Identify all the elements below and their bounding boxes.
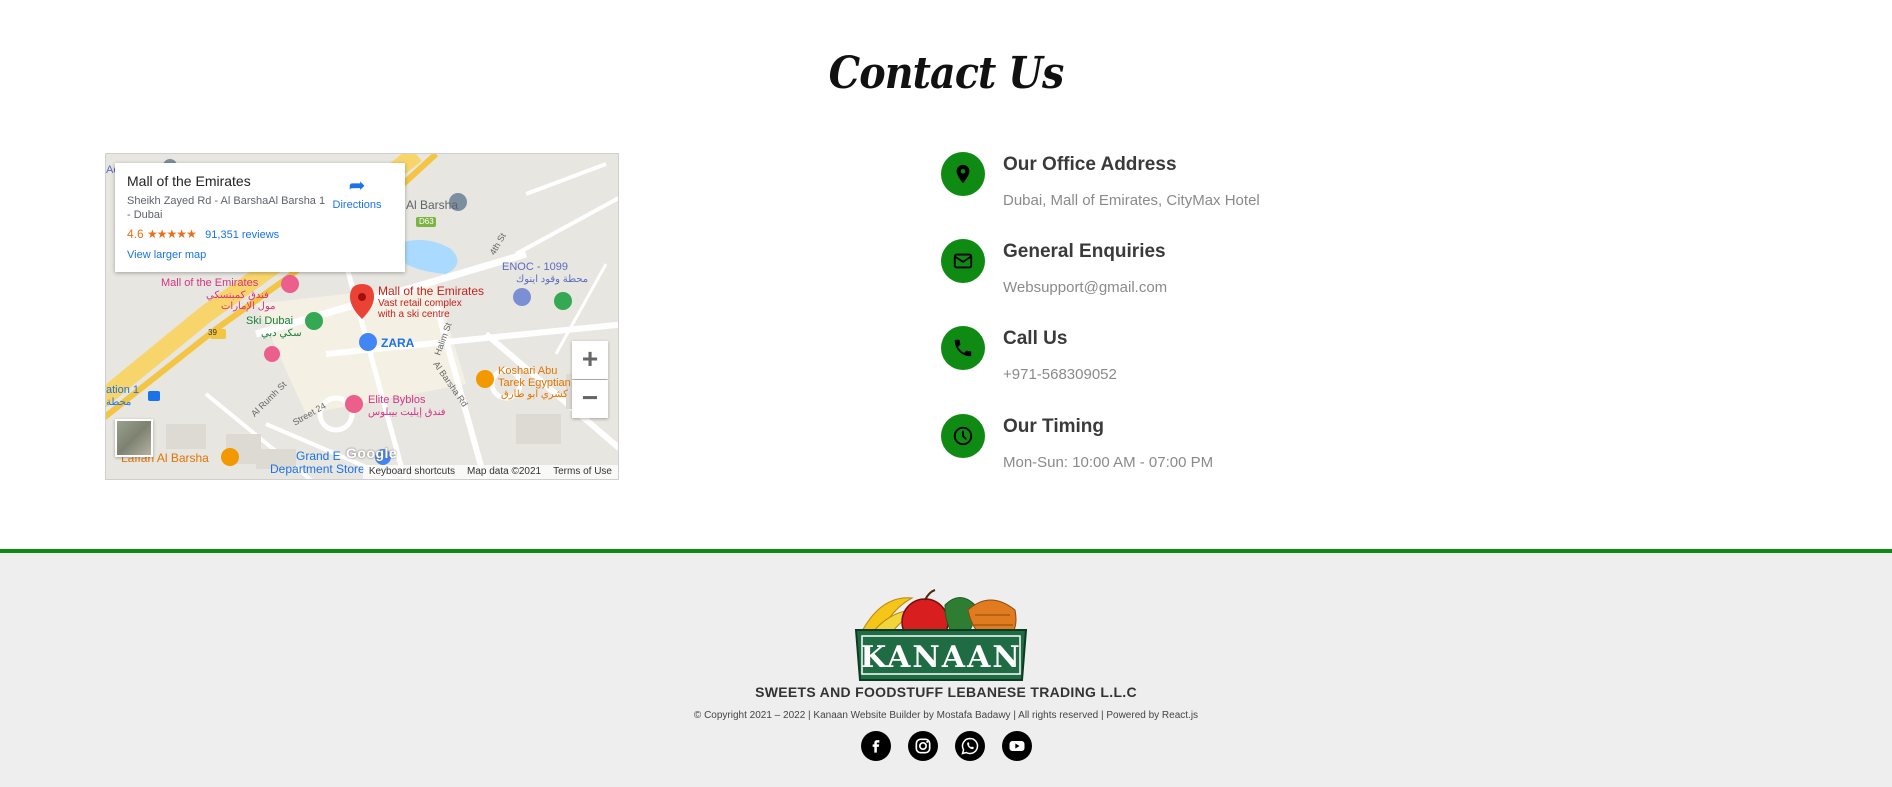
map-label-mall: Mall of the Emirates bbox=[378, 284, 485, 298]
map-label-ski-dubai: Ski Dubai bbox=[246, 315, 294, 327]
zoom-in-button[interactable]: + bbox=[572, 341, 608, 379]
directions-icon: ➦ bbox=[348, 175, 366, 197]
map-label-grand: Department Store bbox=[270, 462, 365, 476]
map-label-road-39: 39 bbox=[208, 328, 217, 337]
map-label-koshari: Tarek Egyptian bbox=[498, 377, 571, 389]
map-label-ski-dubai-ar: سكي دبي bbox=[261, 328, 302, 339]
map-label-road-d63: D63 bbox=[419, 217, 434, 226]
map-label-elite-byblos: Elite Byblos bbox=[368, 394, 426, 406]
map-label-al-barsha: Al Barsha bbox=[406, 198, 459, 212]
keyboard-shortcuts-link[interactable]: Keyboard shortcuts bbox=[369, 466, 455, 478]
contact-section: Contact Us Mall of the Emirates Vast ret… bbox=[0, 0, 1892, 549]
rating-stars-icon: ★★★★★ bbox=[147, 227, 197, 241]
terms-of-use-link[interactable]: Terms of Use bbox=[553, 466, 612, 478]
directions-button[interactable]: ➦ Directions bbox=[327, 175, 387, 211]
contact-item-email: General Enquiries Websupport@gmail.com bbox=[941, 239, 1541, 311]
directions-label: Directions bbox=[332, 199, 382, 211]
page: Contact Us Mall of the Emirates Vast ret… bbox=[0, 0, 1892, 787]
copyright-text: © Copyright 2021 – 2022 | Kanaan Website… bbox=[693, 710, 1199, 721]
whatsapp-icon[interactable] bbox=[954, 731, 985, 761]
contact-item-value: Mon-Sun: 10:00 AM - 07:00 PM bbox=[1003, 454, 1214, 471]
phone-icon bbox=[941, 326, 985, 370]
map-label-enoc-ar: محطة وقود اينوك bbox=[516, 274, 589, 285]
map-info-card: Mall of the Emirates Sheikh Zayed Rd - A… bbox=[115, 163, 405, 272]
map-label-enoc: ENOC - 1099 bbox=[502, 261, 569, 273]
contact-item-timing: Our Timing Mon-Sun: 10:00 AM - 07:00 PM bbox=[941, 414, 1541, 486]
contact-item-address: Our Office Address Dubai, Mall of Emirat… bbox=[941, 152, 1541, 224]
facebook-icon[interactable] bbox=[860, 731, 891, 761]
contact-item-title: Call Us bbox=[1003, 328, 1068, 349]
envelope-icon bbox=[941, 239, 985, 283]
google-map[interactable]: Mall of the Emirates Vast retail complex… bbox=[105, 153, 619, 480]
map-label-elite-byblos-ar: فندق إيليت بيبلوس bbox=[368, 407, 446, 418]
map-data-text: Map data ©2021 bbox=[467, 466, 542, 477]
contact-item-title: General Enquiries bbox=[1003, 241, 1166, 262]
instagram-icon[interactable] bbox=[907, 731, 938, 761]
satellite-toggle-button[interactable] bbox=[115, 419, 153, 457]
zoom-out-button[interactable]: − bbox=[572, 380, 608, 418]
map-label-mall-hotel-ar: مول الإمارات bbox=[221, 301, 276, 312]
map-label-koshari: Koshari Abu bbox=[498, 365, 558, 377]
map-label-grand: Grand E bbox=[296, 449, 341, 463]
logo-text: KANAAN bbox=[860, 640, 1022, 675]
site-footer: KANAAN SWEETS AND FOODSTUFF LEBANESE TRA… bbox=[0, 549, 1892, 787]
google-logo: Google bbox=[346, 445, 398, 461]
map-label-mall-hotel-ar: فندق كمبنسكي bbox=[206, 290, 269, 301]
view-larger-map-link[interactable]: View larger map bbox=[127, 249, 393, 261]
company-name: SWEETS AND FOODSTUFF LEBANESE TRADING L.… bbox=[755, 684, 1137, 700]
clock-icon bbox=[941, 414, 985, 458]
youtube-icon[interactable] bbox=[1001, 731, 1032, 761]
phone-link[interactable]: +971-568309052 bbox=[1003, 366, 1117, 383]
page-title: Contact Us bbox=[828, 48, 1065, 99]
email-link[interactable]: Websupport@gmail.com bbox=[1003, 279, 1167, 296]
social-links bbox=[0, 731, 1892, 761]
contact-item-title: Our Office Address bbox=[1003, 154, 1177, 175]
map-footer: Keyboard shortcuts Map data ©2021 Terms … bbox=[362, 465, 618, 479]
kanaan-logo[interactable]: KANAAN bbox=[850, 580, 1032, 683]
map-label-station: ation 1 bbox=[106, 384, 140, 396]
map-label-zara: ZARA bbox=[381, 336, 415, 350]
map-label-koshari-ar: كشري ابو طارق bbox=[501, 389, 568, 400]
contact-item-value: Dubai, Mall of Emirates, CityMax Hotel bbox=[1003, 192, 1260, 209]
map-label-mall-desc: Vast retail complex bbox=[378, 298, 462, 309]
map-label-station-ar: محطة bbox=[106, 397, 132, 408]
contact-item-title: Our Timing bbox=[1003, 416, 1104, 437]
map-label-mall-hotel: Mall of the Emirates bbox=[161, 277, 259, 289]
location-pin-icon bbox=[941, 152, 985, 196]
place-rating: 4.6 ★★★★★ 91,351 reviews bbox=[127, 227, 393, 241]
contact-item-phone: Call Us +971-568309052 bbox=[941, 326, 1541, 398]
rating-value: 4.6 bbox=[127, 227, 144, 241]
place-address: Sheikh Zayed Rd - Al BarshaAl Barsha 1 -… bbox=[127, 195, 326, 221]
reviews-link[interactable]: 91,351 reviews bbox=[205, 229, 279, 241]
map-label-mall-desc: with a ski centre bbox=[378, 309, 450, 320]
